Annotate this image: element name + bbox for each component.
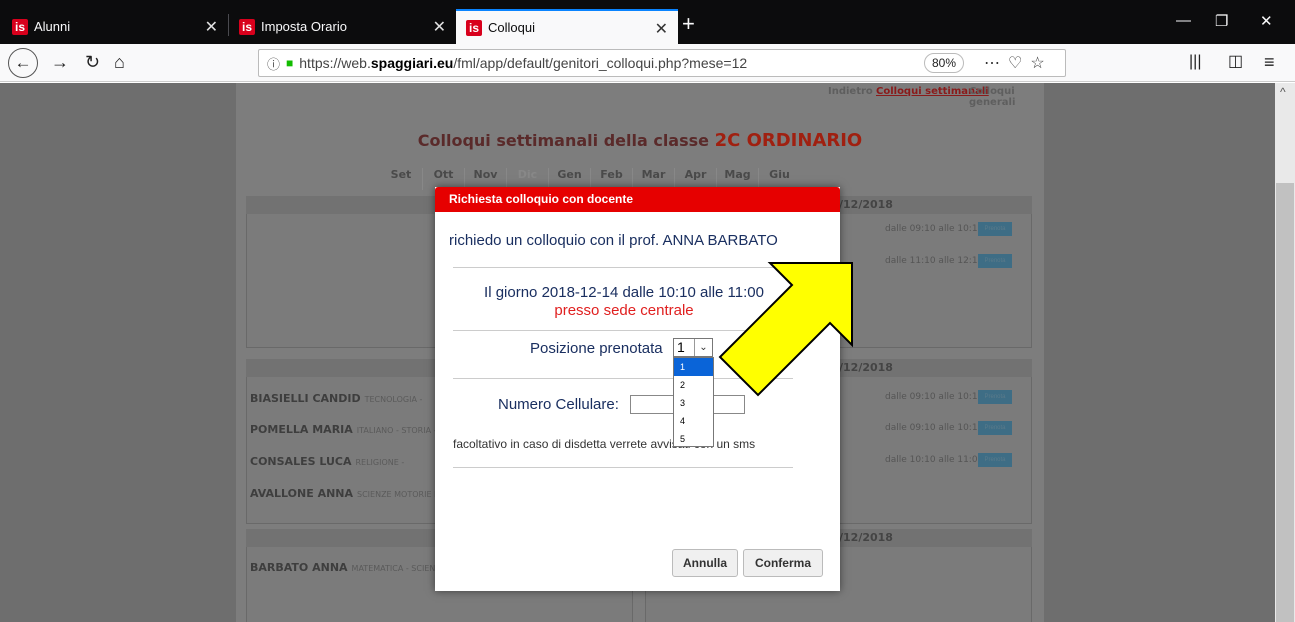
teacher-row: POMELLA MARIA ITALIANO - STORIA - xyxy=(250,423,437,436)
cellphone-label: Numero Cellulare: xyxy=(498,396,619,413)
url-bar[interactable]: ⓘ ■ https://web. spaggiari.eu/fml/app/def… xyxy=(258,49,1066,77)
tab-label: Alunni xyxy=(34,19,71,34)
more-actions-icon[interactable]: ⋯ xyxy=(984,55,1008,72)
teacher-name: AVALLONE ANNA xyxy=(250,487,354,500)
teacher-row: AVALLONE ANNA SCIENZE MOTORIE E ... - xyxy=(250,487,455,500)
month-tab[interactable]: Set xyxy=(380,168,422,190)
site-favicon-icon: is xyxy=(12,18,28,35)
minimize-icon[interactable]: — xyxy=(1176,12,1191,29)
teacher-name: CONSALES LUCA xyxy=(250,455,352,468)
library-icon[interactable]: ||| xyxy=(1189,51,1201,73)
teacher-row: BARBATO ANNA MATEMATICA - SCIENZE - xyxy=(250,561,451,574)
tab-label: Imposta Orario xyxy=(261,19,347,34)
tab-alunni[interactable]: is Alunni ✕ xyxy=(0,9,228,44)
slot-time: dalle 09:10 alle 10:10 xyxy=(885,423,984,433)
home-icon[interactable]: ⌂ xyxy=(114,51,125,73)
restore-icon[interactable]: ❐ xyxy=(1215,12,1228,30)
cancel-button[interactable]: Annulla xyxy=(672,549,738,577)
scroll-up-icon[interactable]: ^ xyxy=(1280,85,1286,99)
tab-label: Colloqui xyxy=(488,20,535,35)
slot-time: dalle 11:10 alle 12:10 xyxy=(885,256,984,266)
bookmark-star-icon[interactable]: ☆ xyxy=(1030,55,1052,72)
book-slot-button[interactable]: Prenota xyxy=(978,222,1012,236)
teacher-row: BIASIELLI CANDID TECNOLOGIA - xyxy=(250,392,422,405)
close-icon[interactable]: ✕ xyxy=(433,17,446,37)
reload-icon[interactable]: ↻ xyxy=(85,51,100,73)
close-icon[interactable]: ✕ xyxy=(205,17,218,37)
tab-bar: is Alunni ✕ is Imposta Orario ✕ is Collo… xyxy=(0,0,1295,44)
teacher-subject: RELIGIONE - xyxy=(355,458,405,467)
page-actions[interactable]: ⋯♡☆ xyxy=(984,53,1053,73)
close-icon[interactable]: ✕ xyxy=(655,19,668,39)
class-name: 2C ORDINARIO xyxy=(714,130,863,151)
position-value: 1 xyxy=(677,339,685,355)
teacher-name: BARBATO ANNA xyxy=(250,561,348,574)
confirm-button[interactable]: Conferma xyxy=(743,549,823,577)
back-link[interactable]: Indietro xyxy=(828,86,873,97)
divider xyxy=(453,467,793,468)
sidebar-icon[interactable]: ◫ xyxy=(1228,51,1243,73)
slot-time: dalle 09:10 alle 10:10 xyxy=(885,392,984,402)
forward-arrow-icon[interactable]: → xyxy=(51,51,69,73)
book-slot-button[interactable]: Prenota xyxy=(978,453,1012,467)
new-tab-icon[interactable]: + xyxy=(682,12,695,36)
site-favicon-icon: is xyxy=(466,19,482,36)
teacher-name: POMELLA MARIA xyxy=(250,423,353,436)
position-option[interactable]: 5 xyxy=(674,430,713,448)
tab-imposta-orario[interactable]: is Imposta Orario ✕ xyxy=(229,9,456,44)
url-domain: spaggiari.eu xyxy=(370,55,454,71)
title-text: Colloqui settimanali della classe xyxy=(417,131,715,150)
teacher-subject: TECNOLOGIA - xyxy=(364,395,423,404)
lock-icon: ■ xyxy=(286,56,294,70)
dialog-header: Richiesta colloquio con docente xyxy=(435,187,840,212)
teacher-row: CONSALES LUCA RELIGIONE - xyxy=(250,455,404,468)
site-favicon-icon: is xyxy=(239,18,255,35)
menu-icon[interactable]: ≡ xyxy=(1264,51,1275,73)
url-path: /fml/app/default/genitori_colloqui.php?m… xyxy=(453,55,748,71)
teacher-subject: ITALIANO - STORIA - xyxy=(356,426,437,435)
back-arrow-icon[interactable]: ← xyxy=(8,48,38,78)
book-slot-button[interactable]: Prenota xyxy=(978,390,1012,404)
scrollbar-thumb[interactable] xyxy=(1276,183,1294,622)
tab-colloqui[interactable]: is Colloqui ✕ xyxy=(456,9,678,44)
zoom-indicator[interactable]: 80% xyxy=(924,53,964,73)
book-slot-button[interactable]: Prenota xyxy=(978,421,1012,435)
teacher-name: BIASIELLI CANDID xyxy=(250,392,361,405)
slot-time: dalle 09:10 alle 10:10 xyxy=(885,224,984,234)
window-close-icon[interactable]: ✕ xyxy=(1260,12,1273,30)
book-slot-button[interactable]: Prenota xyxy=(978,254,1012,268)
pointer-arrow-icon xyxy=(718,262,853,397)
navigation-bar: ← → ↻ ⌂ ⓘ ■ https://web. spaggiari.eu/fml… xyxy=(0,44,1295,82)
position-label: Posizione prenotata xyxy=(530,340,663,357)
pocket-icon[interactable]: ♡ xyxy=(1008,55,1030,72)
scrollbar[interactable]: ^ xyxy=(1275,83,1295,622)
page-title: Colloqui settimanali della classe 2C ORD… xyxy=(236,130,1044,151)
slot-time: dalle 10:10 alle 11:00 xyxy=(885,455,984,465)
info-icon[interactable]: ⓘ xyxy=(267,54,280,73)
general-link[interactable]: Colloqui generali xyxy=(969,86,1044,108)
url-prefix: https://web. xyxy=(299,55,371,71)
